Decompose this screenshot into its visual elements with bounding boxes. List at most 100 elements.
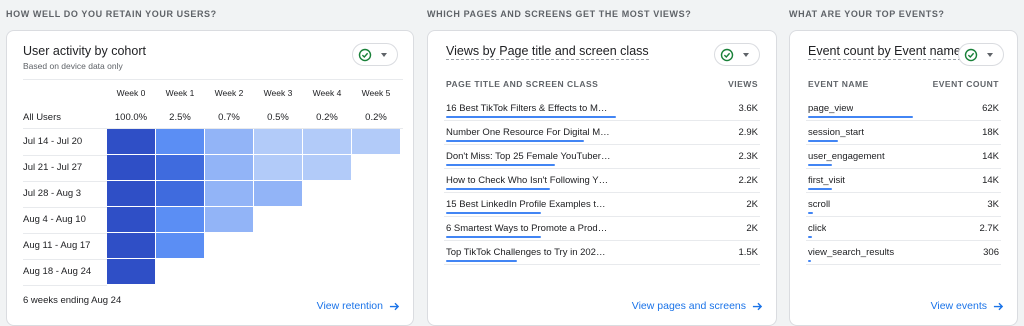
cohort-cell[interactable] [254, 129, 302, 154]
event-row-label: page_view [808, 103, 854, 114]
events-col-name: EVENT NAME [808, 79, 869, 89]
view-events-link[interactable]: View events [931, 300, 1004, 312]
cohort-card: User activity by cohort Based on device … [6, 30, 414, 326]
cohort-cell[interactable] [205, 155, 253, 180]
pages-col-views: VIEWS [728, 79, 758, 89]
cohort-cell[interactable] [254, 181, 302, 206]
all-users-value: 2.5% [169, 112, 191, 123]
cohort-cell[interactable] [107, 207, 155, 232]
events-col-count: EVENT COUNT [932, 79, 999, 89]
caret-down-icon [381, 52, 387, 57]
page-row[interactable]: 6 Smartest Ways to Promote a Prod… 2K [444, 217, 760, 241]
page-row-bar [446, 140, 584, 142]
week-header: Week 5 [361, 88, 391, 98]
event-row-label: first_visit [808, 175, 845, 186]
event-row-value: 2.7K [979, 223, 999, 234]
event-row[interactable]: first_visit 14K [806, 169, 1001, 193]
event-row[interactable]: scroll 3K [806, 193, 1001, 217]
page-row-bar [446, 188, 550, 190]
page-row[interactable]: Number One Resource For Digital M… 2.9K [444, 121, 760, 145]
check-circle-icon [358, 48, 372, 61]
page-row[interactable]: Don't Miss: Top 25 Female YouTuber… 2.3K [444, 145, 760, 169]
all-users-value: 100.0% [114, 112, 148, 123]
page-row-label: Number One Resource For Digital M… [446, 127, 610, 138]
event-row-value: 3K [987, 199, 999, 210]
pages-col-title: PAGE TITLE AND SCREEN CLASS [446, 79, 599, 89]
cohort-cell[interactable] [205, 181, 253, 206]
cohort-footnote: 6 weeks ending Aug 24 [23, 295, 122, 306]
event-row[interactable]: view_search_results 306 [806, 241, 1001, 265]
all-users-value: 0.5% [267, 112, 289, 123]
week-header: Week 0 [116, 88, 146, 98]
caret-down-icon [987, 52, 993, 57]
view-pages-label: View pages and screens [631, 300, 746, 312]
cohort-cell[interactable] [156, 129, 204, 154]
cohort-cell[interactable] [107, 259, 155, 284]
view-retention-label: View retention [316, 300, 383, 312]
pages-card: Views by Page title and screen class PAG… [427, 30, 777, 326]
page-row[interactable]: 15 Best LinkedIn Profile Examples t… 2K [444, 193, 760, 217]
page-row-bar [446, 260, 517, 262]
view-retention-link[interactable]: View retention [317, 300, 400, 312]
all-users-value: 0.2% [316, 112, 338, 123]
pages-card-title[interactable]: Views by Page title and screen class [446, 44, 649, 60]
cohort-status-button[interactable] [352, 43, 398, 66]
cohort-cell[interactable] [107, 233, 155, 258]
check-circle-icon [964, 48, 978, 61]
page-row-label: 6 Smartest Ways to Promote a Prod… [446, 223, 608, 234]
row-divider [23, 207, 107, 208]
page-row-value: 3.6K [738, 103, 758, 114]
event-row-bar [808, 212, 813, 214]
page-row-label: 15 Best LinkedIn Profile Examples t… [446, 199, 606, 210]
event-row-label: user_engagement [808, 151, 885, 162]
events-section-title: WHAT ARE YOUR TOP EVENTS? [789, 9, 945, 19]
page-row-bar [446, 116, 616, 118]
cohort-cell[interactable] [156, 207, 204, 232]
cohort-cell[interactable] [156, 181, 204, 206]
page-row[interactable]: How to Check Who Isn't Following Y… 2.2K [444, 169, 760, 193]
event-row-bar [808, 116, 913, 118]
page-row-value: 2.9K [738, 127, 758, 138]
page-row-value: 2.2K [738, 175, 758, 186]
arrow-right-icon [752, 302, 763, 310]
event-row-bar [808, 188, 832, 190]
cohort-cell[interactable] [254, 155, 302, 180]
cohort-cell[interactable] [156, 155, 204, 180]
cohort-cell[interactable] [107, 155, 155, 180]
cohort-card-subtitle: Based on device data only [23, 61, 123, 71]
row-divider [23, 181, 107, 182]
event-row[interactable]: click 2.7K [806, 217, 1001, 241]
retention-section-title: HOW WELL DO YOU RETAIN YOUR USERS? [6, 9, 217, 19]
event-row[interactable]: page_view 62K [806, 97, 1001, 121]
page-row-bar [446, 236, 541, 238]
cohort-cell[interactable] [303, 155, 351, 180]
page-row[interactable]: Top TikTok Challenges to Try in 202… 1.5K [444, 241, 760, 265]
cohort-row-label: Jul 28 - Aug 3 [23, 188, 82, 199]
row-divider [23, 259, 107, 260]
cohort-cell[interactable] [352, 129, 400, 154]
event-row-label: view_search_results [808, 247, 895, 258]
events-card-title[interactable]: Event count by Event name [808, 44, 961, 60]
cohort-row-label: Aug 18 - Aug 24 [23, 266, 92, 277]
event-row-bar [808, 140, 838, 142]
cohort-cell[interactable] [205, 129, 253, 154]
event-row-value: 14K [982, 175, 999, 186]
week-header: Week 4 [312, 88, 342, 98]
event-row[interactable]: user_engagement 14K [806, 145, 1001, 169]
row-divider [23, 155, 107, 156]
cohort-cell[interactable] [107, 129, 155, 154]
week-header: Week 3 [263, 88, 293, 98]
page-row-label: Top TikTok Challenges to Try in 202… [446, 247, 606, 258]
pages-status-button[interactable] [714, 43, 760, 66]
page-row[interactable]: 16 Best TikTok Filters & Effects to M… 3.… [444, 97, 760, 121]
event-row[interactable]: session_start 18K [806, 121, 1001, 145]
events-status-button[interactable] [958, 43, 1004, 66]
view-events-label: View events [930, 300, 987, 312]
cohort-cell[interactable] [156, 233, 204, 258]
view-pages-link[interactable]: View pages and screens [632, 300, 763, 312]
page-row-value: 2.3K [738, 151, 758, 162]
event-row-bar [808, 164, 832, 166]
cohort-cell[interactable] [107, 181, 155, 206]
cohort-cell[interactable] [205, 207, 253, 232]
cohort-cell[interactable] [303, 129, 351, 154]
